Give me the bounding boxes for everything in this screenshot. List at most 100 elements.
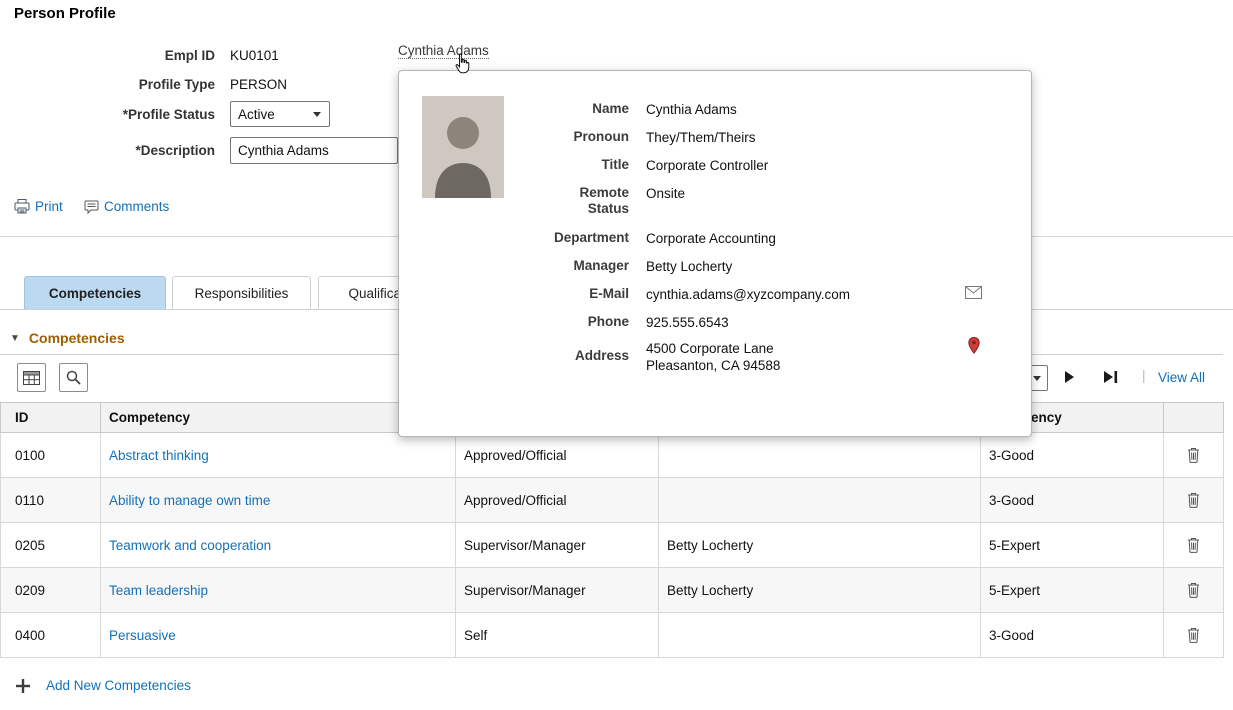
chevron-down-icon (313, 112, 321, 117)
trash-icon (1187, 496, 1200, 511)
competencies-section-title: Competencies (29, 330, 125, 346)
popup-email-value: cynthia.adams@xyzcompany.com (646, 286, 850, 303)
column-header-actions (1164, 403, 1224, 433)
page-title: Person Profile (14, 5, 116, 22)
map-pin-icon (968, 342, 980, 357)
popup-address-line2: Pleasanton, CA 94588 (646, 357, 780, 374)
tab-competencies-label: Competencies (49, 286, 141, 301)
last-page-button[interactable] (1102, 369, 1119, 385)
competency-link[interactable]: Abstract thinking (109, 448, 209, 463)
trash-icon (1187, 541, 1200, 556)
cell-id: 0400 (1, 613, 101, 658)
description-label: *Description (40, 143, 215, 158)
competency-link[interactable]: Team leadership (109, 583, 208, 598)
popup-pronoun-label: Pronoun (494, 129, 629, 145)
description-input[interactable] (230, 137, 398, 164)
cell-evaluator (659, 478, 981, 523)
comments-link[interactable]: Comments (84, 199, 169, 214)
add-new-competencies-row: Add New Competencies (16, 678, 191, 693)
person-photo (422, 96, 504, 198)
view-all-link[interactable]: View All (1158, 370, 1205, 385)
cell-evaluator: Betty Locherty (659, 568, 981, 613)
cell-evaluator (659, 433, 981, 478)
profile-type-value: PERSON (230, 77, 287, 92)
cell-proficiency: 3-Good (981, 613, 1164, 658)
cell-evaluation-type: Supervisor/Manager (456, 523, 659, 568)
table-row: 0100 Abstract thinking Approved/Official… (1, 433, 1224, 478)
delete-row-button[interactable] (1185, 580, 1202, 600)
profile-status-select[interactable]: Active (230, 101, 330, 127)
next-arrow-icon (1062, 373, 1076, 388)
pagination-separator: | (1142, 368, 1146, 383)
empl-id-label: Empl ID (40, 48, 215, 63)
cell-evaluator: Betty Locherty (659, 523, 981, 568)
popup-email-label: E-Mail (494, 286, 629, 302)
table-row: 0209 Team leadership Supervisor/Manager … (1, 568, 1224, 613)
popup-title-value: Corporate Controller (646, 157, 768, 174)
delete-row-button[interactable] (1185, 535, 1202, 555)
popup-phone-label: Phone (494, 314, 629, 330)
email-icon (965, 287, 982, 302)
map-button[interactable] (968, 337, 980, 354)
cell-evaluation-type: Supervisor/Manager (456, 568, 659, 613)
popup-department-label: Department (494, 230, 629, 246)
popup-title-label: Title (494, 157, 629, 173)
print-link-label: Print (35, 199, 63, 214)
person-profile-page: Person Profile Empl ID KU0101 Profile Ty… (0, 0, 1233, 710)
popup-remote-status-label: Remote Status (569, 185, 629, 217)
cell-proficiency: 3-Good (981, 478, 1164, 523)
tab-responsibilities-label: Responsibilities (195, 286, 289, 301)
competency-link[interactable]: Persuasive (109, 628, 176, 643)
cell-evaluator (659, 613, 981, 658)
table-row: 0110 Ability to manage own time Approved… (1, 478, 1224, 523)
popup-name-label: Name (494, 101, 629, 117)
print-link[interactable]: Print (14, 199, 63, 214)
grid-personalize-button[interactable] (17, 363, 46, 392)
empl-id-value: KU0101 (230, 48, 279, 63)
add-new-competencies-link[interactable]: Add New Competencies (46, 678, 191, 693)
popup-manager-label: Manager (494, 258, 629, 274)
last-arrow-icon (1102, 373, 1119, 388)
cell-proficiency: 3-Good (981, 433, 1164, 478)
popup-phone-value: 925.555.6543 (646, 314, 729, 331)
grid-search-button[interactable] (59, 363, 88, 392)
next-page-button[interactable] (1062, 369, 1076, 385)
cell-id: 0110 (1, 478, 101, 523)
competency-link[interactable]: Teamwork and cooperation (109, 538, 271, 553)
person-name-link[interactable]: Cynthia Adams (398, 43, 489, 59)
popup-manager-value: Betty Locherty (646, 258, 732, 275)
comment-bubble-icon (84, 200, 99, 214)
person-popup-card: Name Cynthia Adams Pronoun They/Them/The… (398, 70, 1032, 437)
grid-icon (23, 371, 40, 385)
cell-id: 0209 (1, 568, 101, 613)
profile-status-selected-value: Active (238, 107, 275, 122)
tab-competencies[interactable]: Competencies (24, 276, 166, 310)
avatar (422, 96, 504, 198)
search-icon (66, 370, 81, 385)
popup-name-value: Cynthia Adams (646, 101, 737, 118)
comments-link-label: Comments (104, 199, 169, 214)
delete-row-button[interactable] (1185, 625, 1202, 645)
popup-pronoun-value: They/Them/Theirs (646, 129, 756, 146)
cell-proficiency: 5-Expert (981, 523, 1164, 568)
chevron-down-icon (1033, 376, 1041, 381)
cell-proficiency: 5-Expert (981, 568, 1164, 613)
tab-responsibilities[interactable]: Responsibilities (172, 276, 311, 310)
profile-type-label: Profile Type (40, 77, 215, 92)
cursor-hand-icon (455, 53, 470, 77)
competency-link[interactable]: Ability to manage own time (109, 493, 270, 508)
printer-icon (14, 199, 30, 214)
competencies-section-header[interactable]: ▼ Competencies (10, 330, 125, 346)
cell-evaluation-type: Self (456, 613, 659, 658)
column-header-id: ID (1, 403, 101, 433)
plus-icon[interactable] (16, 679, 30, 693)
cell-evaluation-type: Approved/Official (456, 478, 659, 523)
delete-row-button[interactable] (1185, 445, 1202, 465)
delete-row-button[interactable] (1185, 490, 1202, 510)
profile-status-label: *Profile Status (40, 107, 215, 122)
cell-id: 0205 (1, 523, 101, 568)
cell-evaluation-type: Approved/Official (456, 433, 659, 478)
trash-icon (1187, 631, 1200, 646)
popup-department-value: Corporate Accounting (646, 230, 776, 247)
send-email-button[interactable] (965, 286, 982, 299)
